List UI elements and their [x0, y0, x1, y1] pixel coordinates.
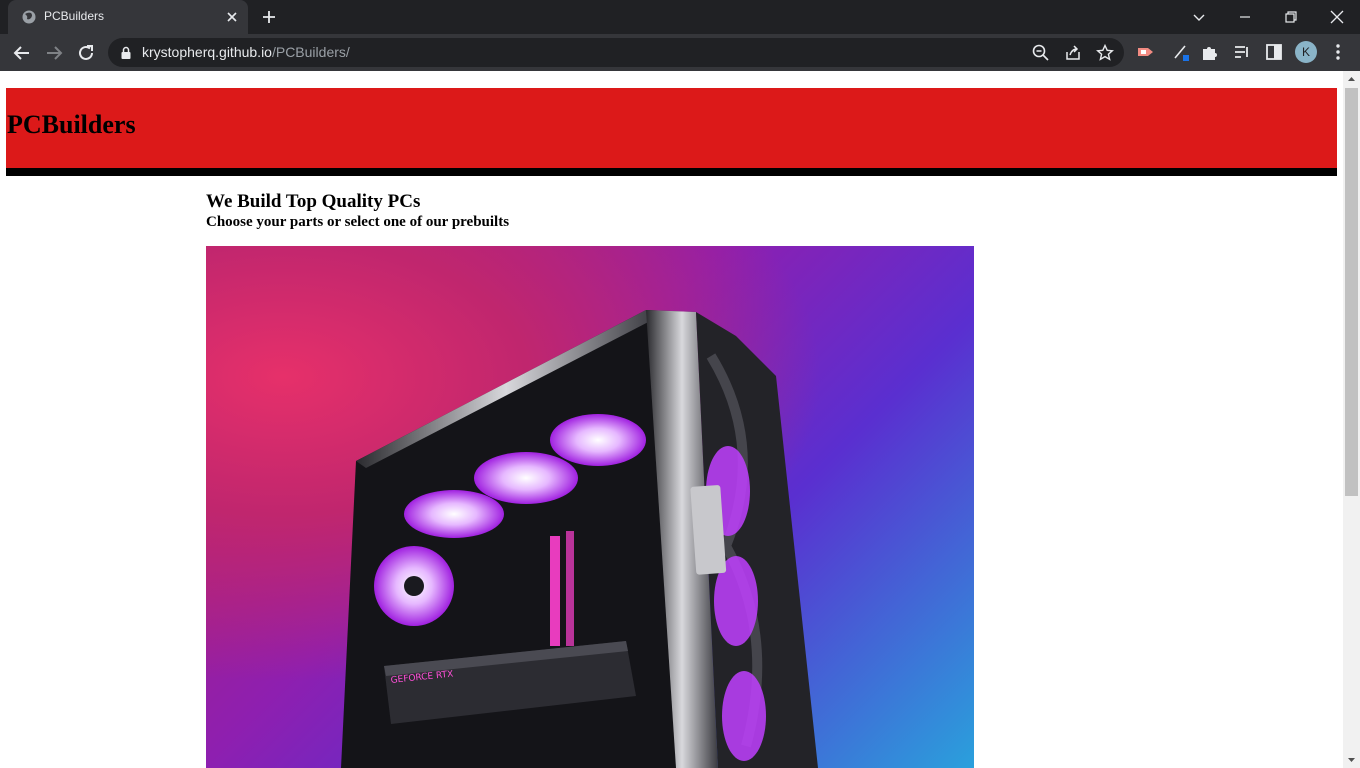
page-subheadline: Choose your parts or select one of our p…: [206, 214, 510, 230]
tab-search-icon[interactable]: [1188, 6, 1210, 28]
site-header: PCBuilders: [6, 88, 1337, 176]
back-icon[interactable]: [11, 42, 33, 64]
page-viewport: PCBuilders We Build Top Quality PCs Choo…: [0, 71, 1343, 768]
address-bar[interactable]: krystopherq.github.io/PCBuilders/: [108, 38, 1124, 67]
menu-kebab-icon[interactable]: [1328, 42, 1348, 62]
page-scrollbar[interactable]: [1343, 71, 1360, 768]
bookmark-star-icon[interactable]: [1095, 43, 1115, 63]
close-window-icon[interactable]: [1326, 6, 1348, 28]
zoom-icon[interactable]: [1031, 43, 1051, 63]
extension-pen-icon[interactable]: [1171, 42, 1191, 62]
side-panel-icon[interactable]: [1264, 42, 1284, 62]
tab-title: PCBuilders: [44, 9, 105, 23]
page-headline: We Build Top Quality PCs: [206, 191, 421, 212]
globe-icon: [22, 10, 36, 24]
minimize-icon[interactable]: [1234, 6, 1256, 28]
scroll-up-icon[interactable]: [1347, 75, 1356, 84]
pc-case-illustration: GEFORCE RTX: [341, 310, 818, 768]
site-title: PCBuilders: [7, 110, 136, 139]
url-domain: krystopherq.github.io: [142, 44, 272, 60]
reading-list-icon[interactable]: [1232, 42, 1252, 62]
browser-tab[interactable]: PCBuilders: [8, 0, 248, 34]
tab-strip: PCBuilders: [0, 0, 1360, 34]
extensions-puzzle-icon[interactable]: [1200, 42, 1220, 62]
hero-image: GEFORCE RTX: [206, 246, 974, 768]
url-text[interactable]: krystopherq.github.io/PCBuilders/: [142, 44, 350, 60]
scroll-thumb[interactable]: [1345, 88, 1358, 496]
profile-avatar[interactable]: K: [1295, 41, 1317, 63]
share-icon[interactable]: [1063, 43, 1083, 63]
close-tab-icon[interactable]: [224, 9, 240, 25]
restore-icon[interactable]: [1280, 6, 1302, 28]
browser-toolbar: krystopherq.github.io/PCBuilders/: [0, 34, 1360, 71]
lock-icon[interactable]: [120, 46, 132, 60]
url-path: /PCBuilders/: [271, 44, 350, 60]
extension-red-icon[interactable]: [1136, 42, 1156, 62]
forward-icon[interactable]: [43, 42, 65, 64]
reload-icon[interactable]: [75, 42, 97, 64]
new-tab-icon[interactable]: [260, 8, 278, 26]
scroll-down-icon[interactable]: [1347, 755, 1356, 764]
